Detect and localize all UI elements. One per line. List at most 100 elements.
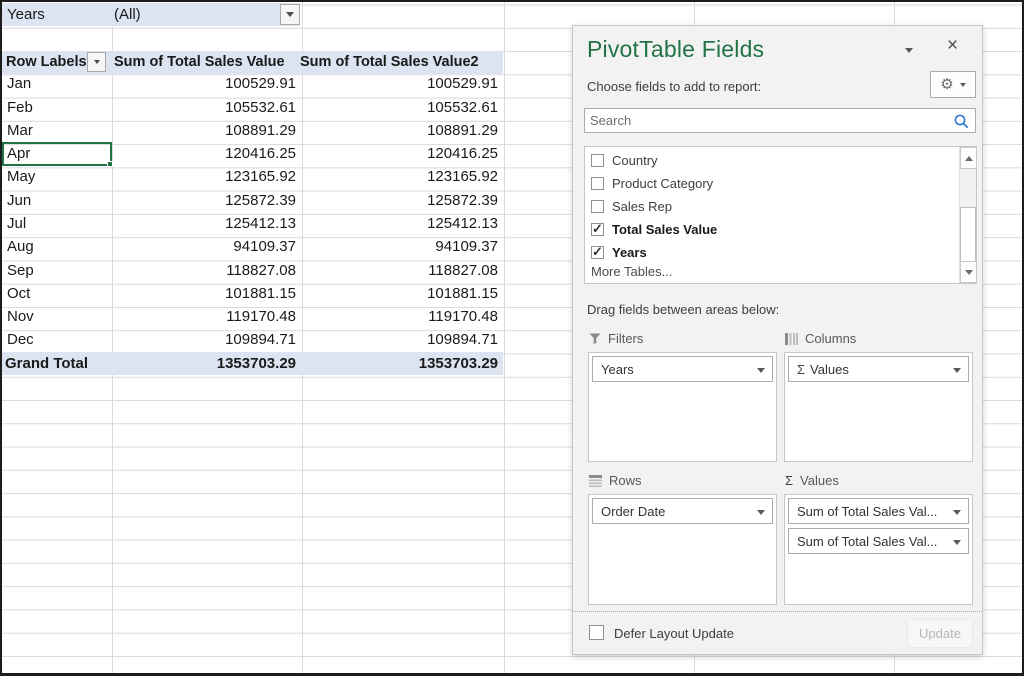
filters-area-box[interactable]: Years: [588, 352, 777, 462]
search-icon[interactable]: [953, 113, 970, 130]
table-row[interactable]: Jun 125872.39 125872.39: [2, 189, 503, 212]
values-field-pill[interactable]: Sum of Total Sales Val...: [788, 528, 969, 554]
value-cell-1[interactable]: 125412.13: [110, 215, 300, 232]
field-checkbox[interactable]: [591, 200, 604, 213]
search-input[interactable]: [585, 109, 975, 132]
row-label-cell[interactable]: Oct: [2, 285, 110, 302]
value-cell-2[interactable]: 125872.39: [300, 192, 502, 209]
dropdown-arrow-icon[interactable]: [757, 368, 765, 373]
columns-area-box[interactable]: Σ Values: [784, 352, 973, 462]
value-cell-2[interactable]: 123165.92: [300, 168, 502, 185]
table-row[interactable]: Aug 94109.37 94109.37: [2, 235, 503, 258]
table-row[interactable]: Oct 101881.15 101881.15: [2, 282, 503, 305]
grand-total-value-2: 1353703.29: [300, 355, 502, 372]
row-labels-dropdown-button[interactable]: [87, 52, 106, 72]
value-cell-2[interactable]: 109894.71: [300, 331, 502, 348]
field-list-item[interactable]: Product Category: [591, 172, 959, 195]
update-button[interactable]: Update: [907, 619, 973, 648]
field-list-scrollbar[interactable]: [959, 147, 976, 283]
table-row[interactable]: Jan 100529.91 100529.91: [2, 72, 503, 95]
value-cell-2[interactable]: 108891.29: [300, 122, 502, 139]
value-cell-2[interactable]: 120416.25: [300, 145, 502, 162]
selected-cell-outline: [2, 142, 112, 166]
pivot-data-rows: Jan 100529.91 100529.91 Feb 105532.61 10…: [2, 72, 503, 351]
row-label-cell[interactable]: Feb: [2, 99, 110, 116]
value-cell-1[interactable]: 109894.71: [110, 331, 300, 348]
filter-dropdown-button[interactable]: [280, 4, 300, 25]
row-label-cell[interactable]: Aug: [2, 238, 110, 255]
scroll-up-button[interactable]: [960, 147, 977, 169]
pill-label: Years: [601, 362, 634, 377]
value-cell-1[interactable]: 105532.61: [110, 99, 300, 116]
value-cell-1[interactable]: 101881.15: [110, 285, 300, 302]
value-cell-2[interactable]: 125412.13: [300, 215, 502, 232]
table-row[interactable]: Mar 108891.29 108891.29: [2, 119, 503, 142]
close-icon[interactable]: ×: [947, 36, 958, 55]
fill-handle[interactable]: [107, 161, 113, 167]
grand-total-label: Grand Total: [2, 355, 110, 372]
field-checkbox[interactable]: [591, 246, 604, 259]
row-label-cell[interactable]: Dec: [2, 331, 110, 348]
grand-total-row[interactable]: Grand Total 1353703.29 1353703.29: [2, 352, 503, 375]
value-cell-2[interactable]: 105532.61: [300, 99, 502, 116]
pill-label: Sum of Total Sales Val...: [797, 504, 937, 519]
table-row[interactable]: Jul 125412.13 125412.13: [2, 212, 503, 235]
value-cell-1[interactable]: 100529.91: [110, 75, 300, 92]
value-cell-2[interactable]: 100529.91: [300, 75, 502, 92]
field-label: Years: [612, 245, 647, 260]
field-list-item[interactable]: Total Sales Value: [591, 218, 959, 241]
field-list-item[interactable]: Country: [591, 149, 959, 172]
value-cell-1[interactable]: 119170.48: [110, 308, 300, 325]
tools-button[interactable]: ⚙: [930, 71, 976, 98]
row-label-cell[interactable]: Jul: [2, 215, 110, 232]
pane-options-chevron-icon[interactable]: [905, 48, 913, 53]
field-checkbox[interactable]: [591, 223, 604, 236]
value-cell-1[interactable]: 123165.92: [110, 168, 300, 185]
field-checkbox[interactable]: [591, 154, 604, 167]
value-cell-1[interactable]: 120416.25: [110, 145, 300, 162]
value-cell-2[interactable]: 94109.37: [300, 238, 502, 255]
value-cell-2[interactable]: 118827.08: [300, 262, 502, 279]
filters-field-pill[interactable]: Years: [592, 356, 773, 382]
value-cell-1[interactable]: 108891.29: [110, 122, 300, 139]
field-list-item[interactable]: Sales Rep: [591, 195, 959, 218]
columns-field-pill[interactable]: Σ Values: [788, 356, 969, 382]
rows-field-pill[interactable]: Order Date: [592, 498, 773, 524]
row-label-cell[interactable]: May: [2, 168, 110, 185]
field-label: Total Sales Value: [612, 222, 717, 237]
dropdown-arrow-icon[interactable]: [757, 510, 765, 515]
row-label-cell[interactable]: Mar: [2, 122, 110, 139]
row-label-cell[interactable]: Jun: [2, 192, 110, 209]
scroll-down-button[interactable]: [960, 261, 977, 283]
field-label: Product Category: [612, 176, 713, 191]
value-cell-1[interactable]: 125872.39: [110, 192, 300, 209]
table-row[interactable]: Nov 119170.48 119170.48: [2, 305, 503, 328]
row-label-cell[interactable]: Sep: [2, 262, 110, 279]
rows-area-box[interactable]: Order Date: [588, 494, 777, 605]
table-row[interactable]: Sep 118827.08 118827.08: [2, 258, 503, 281]
value-cell-2[interactable]: 119170.48: [300, 308, 502, 325]
filters-area-label: Filters: [589, 331, 643, 346]
more-tables-link[interactable]: More Tables...: [591, 264, 672, 279]
filters-label-text: Filters: [608, 331, 643, 346]
value-cell-1[interactable]: 118827.08: [110, 262, 300, 279]
gear-icon: ⚙: [940, 77, 953, 92]
row-label-cell[interactable]: Nov: [2, 308, 110, 325]
field-list-item[interactable]: Years: [591, 241, 959, 264]
table-row[interactable]: Dec 109894.71 109894.71: [2, 328, 503, 351]
columns-icon: [785, 333, 798, 345]
field-checkbox[interactable]: [591, 177, 604, 190]
scrollbar-thumb[interactable]: [960, 207, 976, 263]
dropdown-arrow-icon[interactable]: [953, 510, 961, 515]
dropdown-arrow-icon: [94, 60, 100, 64]
values-area-box[interactable]: Sum of Total Sales Val... Sum of Total S…: [784, 494, 973, 605]
defer-layout-checkbox[interactable]: [589, 625, 604, 640]
dropdown-arrow-icon[interactable]: [953, 368, 961, 373]
row-label-cell[interactable]: Jan: [2, 75, 110, 92]
table-row[interactable]: Feb 105532.61 105532.61: [2, 96, 503, 119]
dropdown-arrow-icon[interactable]: [953, 540, 961, 545]
table-row[interactable]: May 123165.92 123165.92: [2, 165, 503, 188]
value-cell-2[interactable]: 101881.15: [300, 285, 502, 302]
values-field-pill[interactable]: Sum of Total Sales Val...: [788, 498, 969, 524]
value-cell-1[interactable]: 94109.37: [110, 238, 300, 255]
